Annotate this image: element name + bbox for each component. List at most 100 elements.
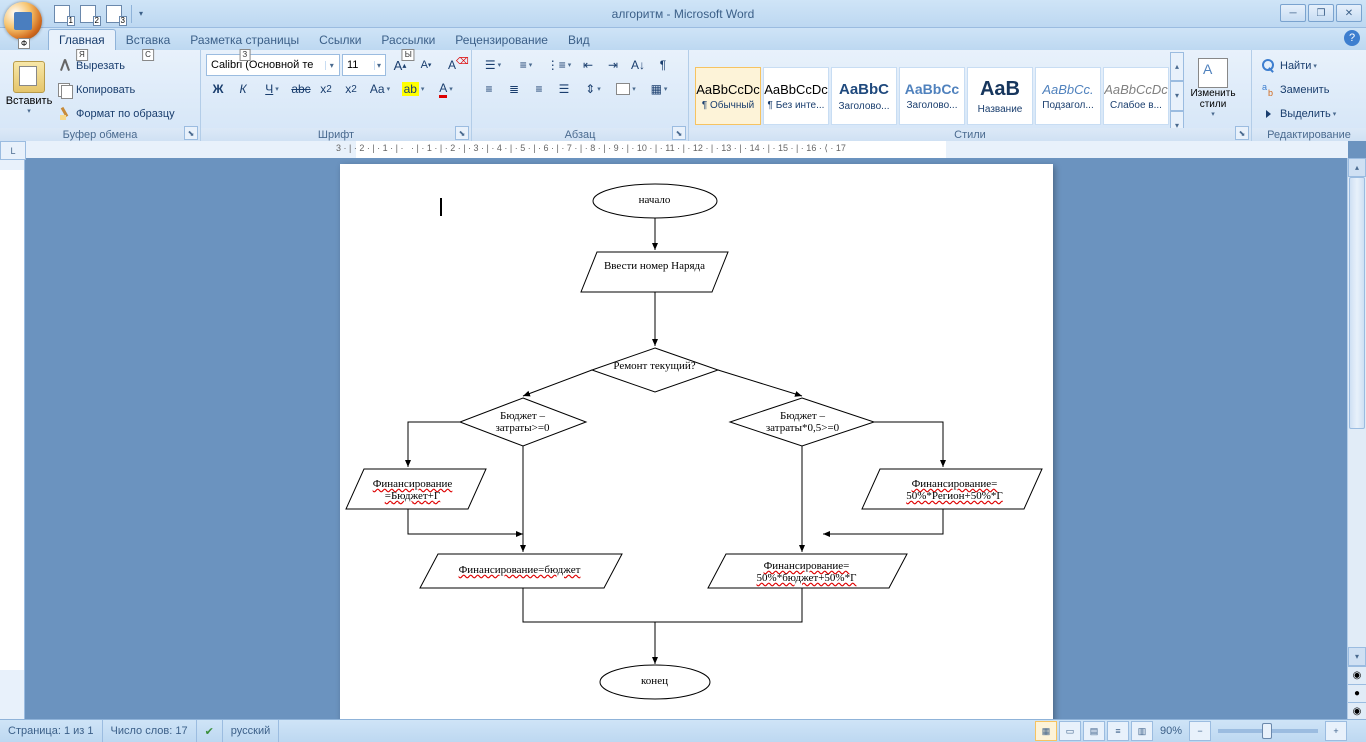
tab-review[interactable]: Рецензирование (445, 30, 558, 50)
browse-select[interactable]: ● (1348, 684, 1366, 702)
paste-button[interactable]: Вставить ▾ (5, 52, 53, 124)
qat-item-2[interactable]: 3 (102, 3, 126, 25)
styles-scroll-up[interactable]: ▴ (1170, 52, 1184, 81)
qat-item-1[interactable]: 2 (76, 3, 100, 25)
line-spacing-button[interactable]: ⇕▾ (577, 78, 609, 100)
style-item-0[interactable]: AaBbCcDc¶ Обычный (695, 67, 761, 125)
italic-button[interactable]: К (231, 78, 255, 100)
align-right-button[interactable]: ≡ (527, 78, 551, 100)
indent-dec-button[interactable]: ⇤ (576, 54, 600, 76)
vertical-scrollbar[interactable]: ▴ ▾ ◉ ● ◉ (1347, 158, 1366, 720)
zoom-out[interactable]: − (1189, 721, 1211, 741)
clear-format-button[interactable]: A⌫ (440, 54, 464, 76)
document-page[interactable]: начало Ввести номер Наряда Ремонт текущи… (340, 164, 1053, 720)
style-item-5[interactable]: AaBbCc.Подзагол... (1035, 67, 1101, 125)
group-paragraph-label: Абзац (472, 128, 688, 142)
tab-mailings[interactable]: РассылкиЫ (371, 30, 445, 50)
qat-customize[interactable]: ▾ (137, 9, 145, 18)
font-color-button[interactable]: A▾ (430, 78, 462, 100)
view-web[interactable]: ▤ (1083, 721, 1105, 741)
change-case-button[interactable]: Aa▾ (364, 78, 396, 100)
browse-next[interactable]: ◉ (1348, 702, 1366, 720)
select-icon (1261, 106, 1277, 122)
style-item-6[interactable]: AaBbCcDcСлабое в... (1103, 67, 1169, 125)
style-item-4[interactable]: AaBНазвание (967, 67, 1033, 125)
change-styles-button[interactable]: A Изменить стили ▾ (1184, 52, 1242, 124)
group-font-label: Шрифт (201, 128, 471, 142)
bullets-button[interactable]: ☰▾ (477, 54, 509, 76)
status-page[interactable]: Страница: 1 из 1 (0, 720, 103, 742)
style-item-2[interactable]: AaBbCЗаголово... (831, 67, 897, 125)
styles-dialog-launcher[interactable]: ⬊ (1235, 126, 1249, 140)
office-hint: Ф (18, 38, 30, 49)
styles-scroll-down[interactable]: ▾ (1170, 81, 1184, 110)
highlight-button[interactable]: ab▾ (397, 78, 429, 100)
view-outline[interactable]: ≡ (1107, 721, 1129, 741)
style-item-3[interactable]: AaBbCcЗаголово... (899, 67, 965, 125)
format-painter-button[interactable]: Формат по образцу (53, 102, 179, 126)
indent-inc-button[interactable]: ⇥ (601, 54, 625, 76)
flowchart (340, 164, 1053, 720)
shrink-font-button[interactable]: A▾ (414, 54, 438, 76)
tab-references[interactable]: Ссылки (309, 30, 371, 50)
scroll-down[interactable]: ▾ (1348, 647, 1366, 666)
replace-icon (1261, 82, 1277, 98)
font-dialog-launcher[interactable]: ⬊ (455, 126, 469, 140)
status-language[interactable]: русский (223, 720, 279, 742)
find-button[interactable]: Найти ▾ (1257, 54, 1361, 78)
zoom-slider[interactable] (1218, 729, 1318, 733)
status-proofing[interactable]: ✔ (197, 720, 223, 742)
style-item-1[interactable]: AaBbCcDc¶ Без инте... (763, 67, 829, 125)
horizontal-ruler[interactable]: 3 · | · 2 · | · 1 · | · · | · 1 · | · 2 … (26, 141, 1348, 159)
align-justify-button[interactable]: ☰ (552, 78, 576, 100)
subscript-button[interactable]: x2 (314, 78, 338, 100)
underline-button[interactable]: Ч▾ (256, 78, 288, 100)
tab-home[interactable]: ГлавнаяЯ (48, 29, 116, 50)
vertical-ruler[interactable] (0, 160, 25, 720)
close-button[interactable]: ✕ (1336, 4, 1362, 22)
view-draft[interactable]: ▥ (1131, 721, 1153, 741)
show-marks-button[interactable]: ¶ (651, 54, 675, 76)
align-left-button[interactable]: ≡ (477, 78, 501, 100)
view-print-layout[interactable]: ▦ (1035, 721, 1057, 741)
superscript-button[interactable]: x2 (339, 78, 363, 100)
bold-button[interactable]: Ж (206, 78, 230, 100)
find-icon (1261, 58, 1277, 74)
office-button[interactable] (4, 2, 42, 40)
status-words[interactable]: Число слов: 17 (103, 720, 197, 742)
paragraph-dialog-launcher[interactable]: ⬊ (672, 126, 686, 140)
align-center-button[interactable]: ≣ (502, 78, 526, 100)
paste-icon (13, 61, 45, 93)
strike-button[interactable]: abc (289, 78, 313, 100)
borders-button[interactable]: ▦▾ (643, 78, 675, 100)
cut-button[interactable]: Вырезать (53, 54, 179, 78)
tab-view[interactable]: Вид (558, 30, 600, 50)
scroll-up[interactable]: ▴ (1348, 158, 1366, 177)
copy-button[interactable]: Копировать (53, 78, 179, 102)
scroll-thumb[interactable] (1349, 177, 1365, 429)
group-clipboard-label: Буфер обмена (0, 128, 200, 142)
help-button[interactable]: ? (1344, 30, 1360, 46)
zoom-in[interactable]: + (1325, 721, 1347, 741)
qat-item-0[interactable]: 1 (50, 3, 74, 25)
clipboard-dialog-launcher[interactable]: ⬊ (184, 126, 198, 140)
cut-icon (57, 58, 73, 74)
numbering-button[interactable]: ≡▾ (510, 54, 542, 76)
minimize-button[interactable]: ─ (1280, 4, 1306, 22)
multilevel-button[interactable]: ⋮≡▾ (543, 54, 575, 76)
ruler-toggle[interactable]: L (0, 141, 26, 160)
group-editing-label: Редактирование (1252, 128, 1366, 142)
browse-prev[interactable]: ◉ (1348, 666, 1366, 684)
replace-button[interactable]: Заменить (1257, 78, 1361, 102)
styles-gallery[interactable]: AaBbCcDc¶ ОбычныйAaBbCcDc¶ Без инте...Aa… (694, 52, 1170, 140)
zoom-level[interactable]: 90% (1154, 725, 1188, 737)
view-full-reading[interactable]: ▭ (1059, 721, 1081, 741)
font-size-combo[interactable]: ▾ (342, 54, 386, 76)
tab-layout[interactable]: Разметка страницыЗ (180, 30, 309, 50)
shading-button[interactable]: ▾ (610, 78, 642, 100)
tab-insert[interactable]: ВставкаС (116, 30, 181, 50)
select-button[interactable]: Выделить ▾ (1257, 102, 1361, 126)
restore-button[interactable]: ❐ (1308, 4, 1334, 22)
font-name-combo[interactable]: ▾ (206, 54, 340, 76)
sort-button[interactable]: A↓ (626, 54, 650, 76)
